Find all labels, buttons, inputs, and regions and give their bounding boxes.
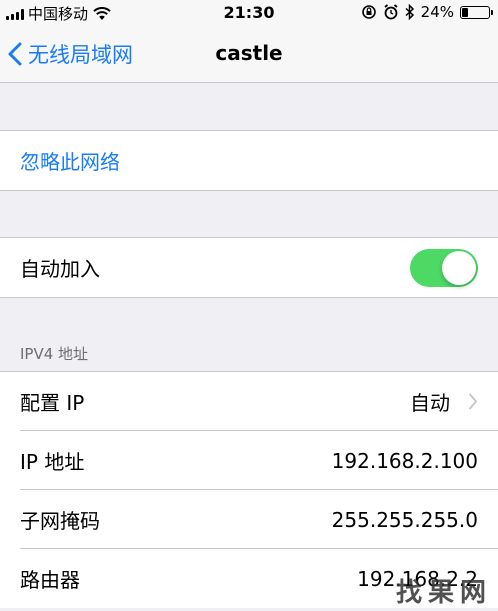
- forget-group: 忽略此网络: [0, 130, 498, 191]
- auto-join-label: 自动加入: [20, 257, 100, 281]
- configure-ip-label: 配置 IP: [20, 391, 85, 415]
- orientation-lock-icon: [361, 5, 376, 19]
- ip-address-label: IP 地址: [20, 450, 85, 474]
- ip-address-value: 192.168.2.100: [331, 448, 478, 473]
- configure-ip-row[interactable]: 配置 IP 自动: [0, 372, 498, 431]
- battery-level: [462, 7, 468, 17]
- bluetooth-icon: [405, 4, 414, 20]
- configure-ip-value: 自动: [410, 391, 450, 415]
- subnet-mask-row: 子网掩码 255.255.255.0: [0, 490, 498, 549]
- router-label: 路由器: [20, 568, 80, 592]
- battery-icon: [460, 5, 493, 19]
- auto-join-toggle[interactable]: [410, 249, 478, 287]
- subnet-mask-value: 255.255.255.0: [331, 507, 478, 532]
- chevron-right-icon: [469, 393, 477, 410]
- alarm-icon: [384, 4, 398, 20]
- auto-join-group: 自动加入: [0, 237, 498, 298]
- page-title: castle: [215, 41, 283, 65]
- ip-address-row: IP 地址 192.168.2.100: [0, 431, 498, 490]
- status-right: 24%: [361, 3, 493, 21]
- subnet-mask-label: 子网掩码: [20, 509, 100, 533]
- status-bar: 中国移动 21:30 24%: [0, 0, 498, 26]
- forget-network-button[interactable]: 忽略此网络: [0, 131, 498, 190]
- forget-network-label: 忽略此网络: [20, 150, 120, 174]
- ipv4-section-header: IPV4 地址: [20, 345, 89, 363]
- battery-percent: 24%: [420, 3, 454, 21]
- auto-join-row: 自动加入: [0, 238, 498, 297]
- navigation-bar: 无线局域网 castle: [0, 26, 498, 83]
- toggle-knob: [442, 251, 476, 285]
- watermark-logo: 找果网: [395, 578, 492, 608]
